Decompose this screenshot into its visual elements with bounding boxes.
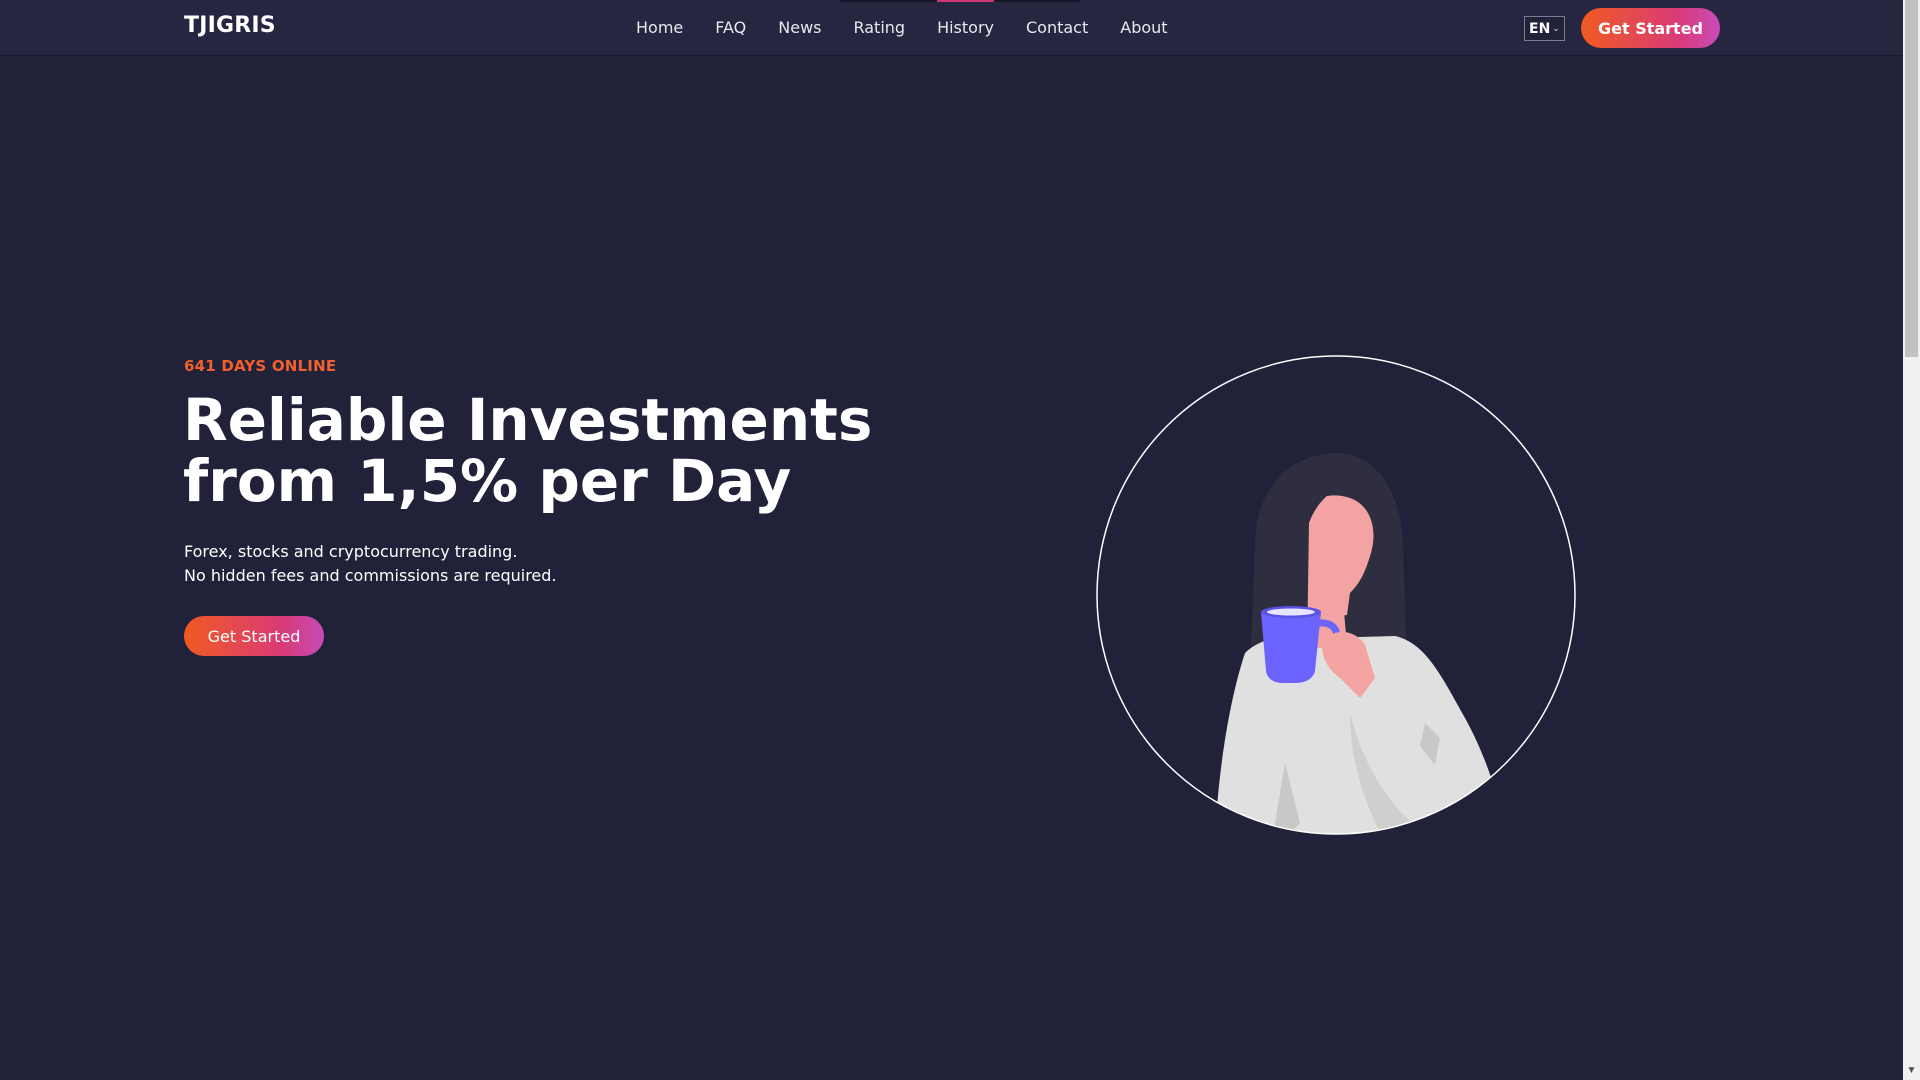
hero-title-line-2: from 1,5% per Day bbox=[183, 447, 792, 515]
scroll-down-arrow-icon[interactable]: ▼ bbox=[1903, 1064, 1920, 1078]
woman-drinking-coffee-illustration bbox=[1096, 355, 1576, 835]
nav-item-history[interactable]: History bbox=[921, 0, 1010, 55]
nav-item-about[interactable]: About bbox=[1104, 0, 1183, 55]
hero-title: Reliable Investments from 1,5% per Day bbox=[183, 390, 883, 512]
nav-item-rating[interactable]: Rating bbox=[837, 0, 921, 55]
hero-get-started-button[interactable]: Get Started bbox=[184, 616, 324, 656]
hero-title-line-1: Reliable Investments bbox=[183, 386, 873, 454]
language-select[interactable]: EN ⌄ bbox=[1524, 16, 1565, 41]
scrollbar-thumb[interactable] bbox=[1905, 0, 1918, 357]
nav-item-news[interactable]: News bbox=[762, 0, 837, 55]
hero-description-line-1: Forex, stocks and cryptocurrency trading… bbox=[184, 542, 518, 561]
nav-item-faq[interactable]: FAQ bbox=[699, 0, 762, 55]
main-nav: Home FAQ News Rating History Contact Abo… bbox=[620, 0, 1184, 55]
site-logo[interactable]: TJIGRIS bbox=[184, 13, 276, 38]
header-get-started-button[interactable]: Get Started bbox=[1581, 8, 1720, 48]
hero-description: Forex, stocks and cryptocurrency trading… bbox=[184, 540, 557, 588]
page-scrollbar[interactable]: ▼ bbox=[1903, 0, 1920, 1080]
chevron-down-icon: ⌄ bbox=[1552, 23, 1560, 34]
days-online-tagline: 641 DAYS ONLINE bbox=[184, 357, 337, 375]
site-header: TJIGRIS Home FAQ News Rating History Con… bbox=[0, 0, 1903, 55]
hero-description-line-2: No hidden fees and commissions are requi… bbox=[184, 566, 557, 585]
illustration-figure bbox=[1215, 453, 1505, 834]
page: TJIGRIS Home FAQ News Rating History Con… bbox=[0, 0, 1920, 1080]
nav-item-contact[interactable]: Contact bbox=[1010, 0, 1104, 55]
language-value: EN bbox=[1529, 20, 1551, 37]
nav-item-home[interactable]: Home bbox=[620, 0, 699, 55]
